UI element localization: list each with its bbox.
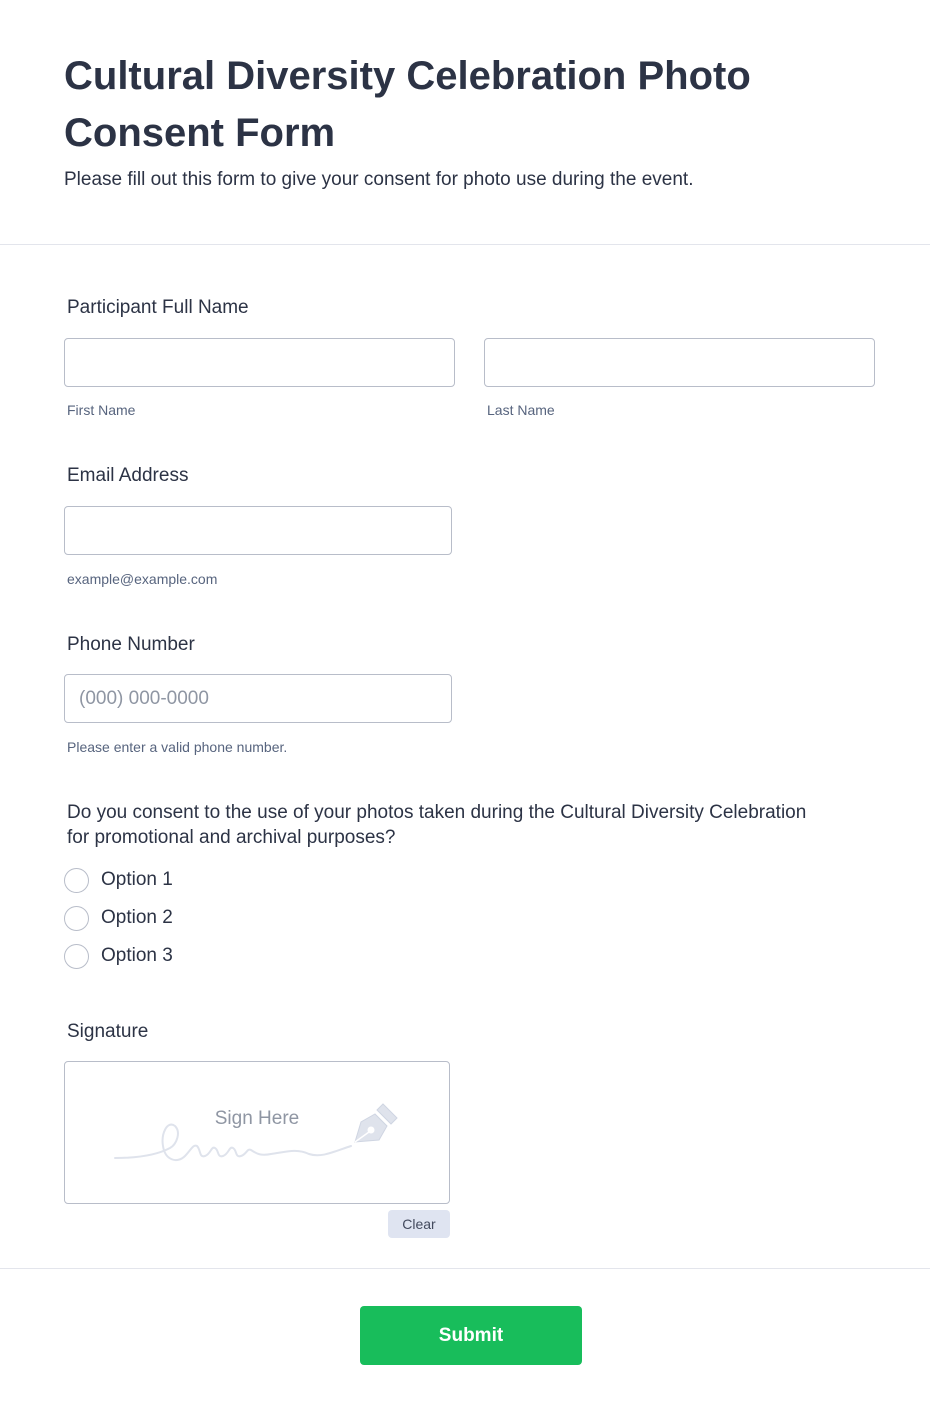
- signature-label: Signature: [67, 1021, 149, 1042]
- consent-option-2[interactable]: Option 2: [64, 905, 173, 931]
- first-name-sublabel: First Name: [67, 402, 136, 418]
- email-sublabel: example@example.com: [67, 571, 218, 587]
- radio-label: Option 3: [101, 945, 173, 966]
- submit-button[interactable]: Submit: [360, 1306, 582, 1365]
- first-name-input[interactable]: [64, 338, 455, 387]
- footer-divider: [0, 1268, 930, 1269]
- email-label: Email Address: [67, 465, 189, 486]
- last-name-input[interactable]: [484, 338, 875, 387]
- sign-here-placeholder: Sign Here: [214, 1108, 300, 1129]
- consent-question-label: Do you consent to the use of your photos…: [67, 802, 807, 848]
- radio-button[interactable]: [64, 905, 89, 931]
- phone-input[interactable]: [64, 674, 452, 723]
- phone-sublabel: Please enter a valid phone number.: [67, 739, 288, 755]
- full-name-label: Participant Full Name: [67, 297, 249, 318]
- phone-label: Phone Number: [67, 634, 195, 655]
- form-header: Cultural Diversity Celebration Photo Con…: [0, 0, 930, 245]
- email-input[interactable]: [64, 506, 452, 555]
- radio-label: Option 1: [101, 869, 173, 890]
- signature-pad[interactable]: Sign Here: [64, 1061, 450, 1204]
- radio-button[interactable]: [64, 867, 89, 893]
- radio-label: Option 2: [101, 907, 173, 928]
- last-name-sublabel: Last Name: [487, 402, 555, 418]
- radio-button[interactable]: [64, 943, 89, 969]
- consent-option-3[interactable]: Option 3: [64, 943, 173, 969]
- consent-option-1[interactable]: Option 1: [64, 867, 173, 893]
- clear-signature-button[interactable]: Clear: [388, 1210, 450, 1238]
- page-subtitle: Please fill out this form to give your c…: [64, 169, 694, 190]
- page-title: Cultural Diversity Celebration Photo Con…: [64, 54, 751, 155]
